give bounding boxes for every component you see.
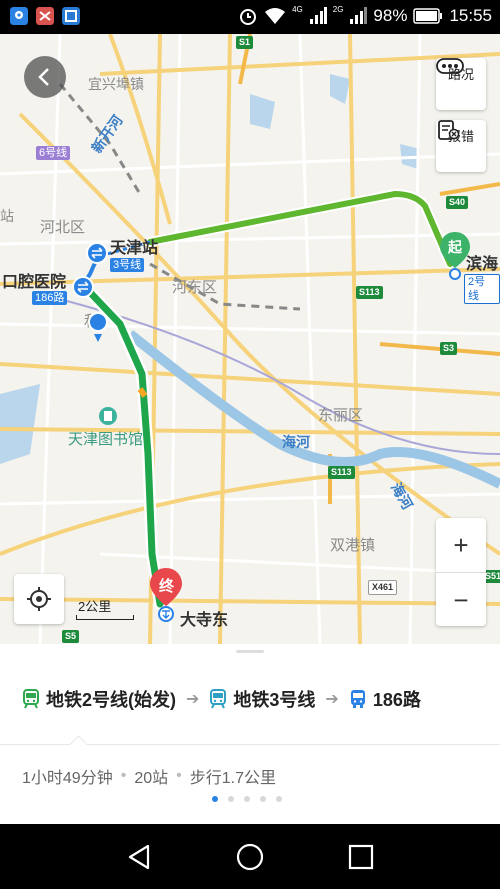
network-4g-label: 4G [292, 4, 303, 14]
locate-button[interactable] [14, 574, 64, 624]
line-badge: 3号线 [110, 258, 145, 272]
battery-percent: 98% [373, 6, 408, 25]
route-duration: 1小时49分钟 [22, 770, 113, 787]
station-label[interactable]: 大寺东 [180, 606, 228, 630]
nav-back-icon[interactable] [124, 842, 154, 872]
line-badge: 186路 [32, 291, 68, 305]
end-marker-label: 终 [159, 578, 175, 595]
library-icon [99, 407, 117, 425]
road-badge: S5 [62, 630, 80, 643]
page-dot-active[interactable] [212, 796, 218, 802]
route-segment: 186路 [349, 686, 421, 712]
page-dot[interactable] [276, 796, 282, 802]
app-notification-icon [36, 7, 54, 25]
maps-app-icon [10, 7, 28, 25]
zoom-out-button[interactable]: − [436, 573, 486, 627]
route-segment-label: 186路 [372, 690, 421, 710]
map-scale-bar [76, 615, 134, 620]
report-error-button[interactable]: 报错 [436, 120, 486, 172]
station-label[interactable]: 滨海 [466, 250, 498, 274]
route-segment: 地铁3号线 [209, 686, 315, 712]
status-bar: 4G 2G 98% 15:55 [0, 0, 500, 34]
map-view[interactable]: 宜兴埠镇 新开河 站 河北区 河东区 和 东丽区 海河 海河 双港镇 天津图书馆… [0, 34, 500, 644]
wifi-icon [265, 8, 286, 24]
drag-handle[interactable] [236, 650, 264, 653]
back-button[interactable] [24, 56, 66, 98]
route-summary[interactable]: 地铁2号线(始发) ➔ 地铁3号线 ➔ 186路 [22, 686, 421, 712]
road-badge: S3 [440, 342, 458, 355]
nav-recents-icon[interactable] [346, 842, 376, 872]
zoom-in-button[interactable]: + [436, 518, 486, 573]
signal-icon-1 [309, 7, 327, 24]
route-segment-label: 地铁2号线(始发) [46, 690, 176, 710]
road-badge: S40 [446, 196, 469, 209]
line-badge: 6号线 [36, 146, 71, 160]
map-canvas [0, 34, 500, 644]
station-label[interactable]: 天津站 [110, 234, 158, 258]
map-scale-label: 2公里 [78, 599, 112, 614]
nav-home-icon[interactable] [235, 842, 265, 872]
place-label: 双港镇 [330, 537, 376, 554]
route-info: 1小时49分钟 • 20站 • 步行1.7公里 [22, 764, 276, 788]
report-icon [438, 120, 460, 140]
page-dot[interactable] [228, 796, 234, 802]
route-panel[interactable]: 地铁2号线(始发) ➔ 地铁3号线 ➔ 186路 1小时49分钟 • 20站 •… [0, 644, 500, 824]
road-badge: S113 [328, 466, 355, 479]
battery-icon [413, 8, 443, 24]
bus-icon [350, 690, 365, 708]
poi-label[interactable]: 天津图书馆 [68, 428, 143, 449]
traffic-button[interactable]: 路况 [436, 58, 486, 110]
navigation-bar [0, 824, 500, 889]
transfer-icon[interactable] [72, 276, 94, 298]
page-dot[interactable] [244, 796, 250, 802]
separator-dot: • [120, 767, 127, 784]
road-badge: S1 [236, 36, 254, 49]
zoom-controls: + − [436, 518, 486, 626]
caret-indicator [69, 735, 88, 754]
separator-dot: • [176, 767, 182, 784]
river-label: 海河 [282, 434, 310, 450]
arrow-right-icon: ➔ [325, 691, 339, 708]
place-label: 宜兴埠镇 [88, 76, 144, 92]
chevron-left-icon [38, 68, 49, 86]
network-2g-label: 2G [332, 4, 344, 14]
alarm-icon [240, 9, 257, 25]
clock: 15:55 [449, 6, 492, 25]
place-label: 河北区 [40, 219, 86, 236]
route-segment-label: 地铁3号线 [233, 690, 316, 710]
signal-icon-2 [350, 7, 368, 24]
subway-icon [23, 689, 39, 709]
station-label[interactable]: 口腔医院 [2, 268, 66, 292]
start-marker-label: 起 [448, 239, 462, 255]
page-dot[interactable] [260, 796, 266, 802]
current-location-icon [88, 312, 108, 342]
place-label: 河东区 [172, 279, 218, 296]
page-indicator[interactable] [212, 796, 282, 802]
road-badge: S113 [356, 286, 383, 299]
crosshair-icon [27, 587, 51, 611]
arrow-right-icon: ➔ [186, 691, 200, 708]
road-badge: X461 [368, 580, 398, 595]
transfer-icon[interactable] [86, 242, 108, 264]
place-label: 站 [0, 208, 14, 224]
app-shortcut-icon [62, 7, 80, 25]
traffic-icon [436, 58, 464, 74]
place-label: 东丽区 [318, 407, 364, 424]
route-stops: 20站 [134, 770, 169, 787]
route-segment: 地铁2号线(始发) [22, 686, 176, 712]
subway-icon [210, 689, 227, 709]
route-walk: 步行1.7公里 [189, 770, 276, 787]
